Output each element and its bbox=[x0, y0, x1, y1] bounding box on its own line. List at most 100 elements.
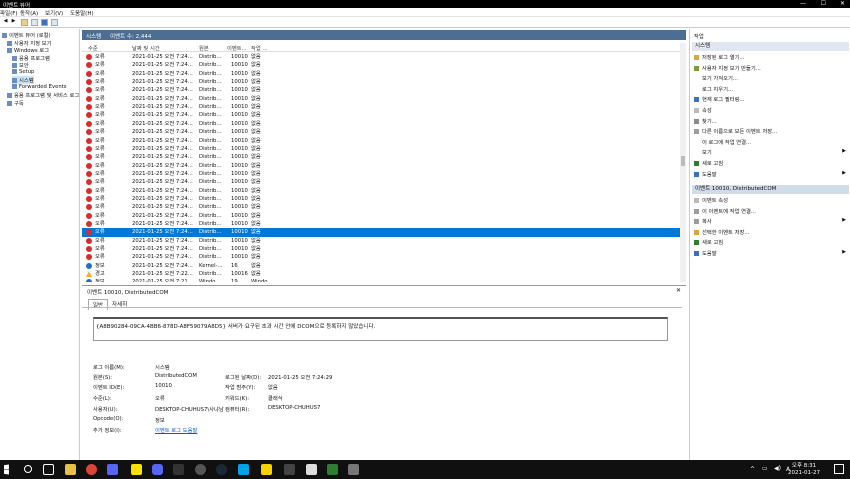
event-row[interactable]: 오류 2021-01-25 오전 7:24... Distrib... 10010 없음 bbox=[82, 145, 680, 153]
back-icon[interactable]: ◀ bbox=[2, 19, 9, 26]
search-icon[interactable] bbox=[24, 465, 32, 473]
actions-section-event[interactable]: 이벤트 10010, DistributedCOM bbox=[692, 185, 849, 194]
event-row[interactable]: 오류 2021-01-25 오전 7:24... Distrib... 10010 없음 bbox=[82, 153, 680, 161]
app-icon-3[interactable] bbox=[284, 464, 295, 475]
event-row[interactable]: 오류 2021-01-25 오전 7:24... Distrib... 10010 없음 bbox=[82, 195, 680, 203]
help-icon[interactable] bbox=[41, 19, 48, 26]
event-row[interactable]: 오류 2021-01-25 오전 7:24... Distrib... 10010 없음 bbox=[82, 203, 680, 211]
action-item[interactable]: 찾기... bbox=[694, 117, 717, 125]
action-item[interactable]: 도움말 bbox=[694, 249, 717, 257]
event-row[interactable]: 오류 2021-01-25 오전 7:24... Distrib... 10010 없음 bbox=[82, 137, 680, 145]
event-row[interactable]: 오류 2021-01-25 오전 7:24... Distrib... 10010 없음 bbox=[82, 128, 680, 136]
event-row[interactable]: 오류 2021-01-25 오전 7:24... Distrib... 10010 없음 bbox=[82, 170, 680, 178]
volume-icon[interactable]: ◀) bbox=[774, 465, 781, 472]
event-row[interactable]: 오류 2021-01-25 오전 7:24... Distrib... 10010 없음 bbox=[82, 61, 680, 69]
action-pane-icon[interactable] bbox=[51, 19, 58, 26]
action-item[interactable]: 도움말 bbox=[694, 170, 717, 178]
action-item[interactable]: 속성 bbox=[694, 106, 712, 114]
kakaotalk-icon[interactable] bbox=[131, 464, 142, 475]
action-item-label: 찾기... bbox=[702, 118, 717, 125]
event-row[interactable]: 오류 2021-01-25 오전 7:24... Distrib... 10010 없음 bbox=[82, 53, 680, 61]
col-source[interactable]: 원본 bbox=[199, 44, 209, 52]
action-item[interactable]: 선택한 이벤트 저장... bbox=[694, 228, 749, 236]
action-item[interactable]: 보기 bbox=[694, 148, 712, 156]
event-row[interactable]: 오류 2021-01-25 오전 7:24... Distrib... 10010 없음 bbox=[82, 78, 680, 86]
app-icon[interactable] bbox=[107, 464, 118, 475]
action-item[interactable]: 로그 지우기... bbox=[694, 85, 733, 93]
tree-node[interactable]: 구독 bbox=[7, 99, 24, 107]
menu-view[interactable]: 보기(V) bbox=[45, 9, 63, 17]
action-item[interactable]: 이벤트 속성 bbox=[694, 196, 728, 204]
event-message-box[interactable]: {A8B90284-09CA-4BB6-878D-A8F59079A8D5} 서… bbox=[93, 317, 668, 341]
col-category[interactable]: 작업 ... bbox=[251, 44, 267, 52]
event-log-help-link[interactable]: 이벤트 로그 도움말 bbox=[155, 426, 197, 434]
action-item[interactable]: 복사 bbox=[694, 217, 712, 225]
actions-section-log[interactable]: 시스템 bbox=[692, 42, 849, 51]
action-item[interactable]: 이 이벤트에 작업 연결... bbox=[694, 207, 756, 215]
chrome-icon[interactable] bbox=[86, 464, 97, 475]
menu-file[interactable]: 파일(F) bbox=[0, 9, 18, 17]
task-view-icon[interactable] bbox=[43, 464, 54, 475]
notes-icon[interactable] bbox=[261, 464, 272, 475]
event-row[interactable]: 오류 2021-01-25 오전 7:24... Distrib... 10010 없음 bbox=[82, 162, 680, 170]
action-item[interactable]: 보기 가져오기... bbox=[694, 74, 738, 82]
epic-games-icon[interactable] bbox=[173, 464, 184, 475]
settings-icon[interactable] bbox=[306, 464, 317, 475]
network-icon[interactable]: ▭ bbox=[762, 465, 768, 472]
obs-icon[interactable] bbox=[195, 464, 206, 475]
action-item[interactable]: 현재 로그 필터링... bbox=[694, 95, 745, 103]
event-row[interactable]: 오류 2021-01-25 오전 7:24... Distrib... 10010 없음 bbox=[82, 95, 680, 103]
col-datetime[interactable]: 날짜 및 시간 bbox=[132, 44, 160, 52]
tree-node[interactable]: Forwarded Events bbox=[12, 83, 67, 90]
event-row[interactable]: 오류 2021-01-25 오전 7:24... Distrib... 10010 없음 bbox=[82, 212, 680, 220]
folder-icon[interactable] bbox=[21, 19, 28, 26]
event-row[interactable]: 오류 2021-01-25 오전 7:24... Distrib... 10010 없음 bbox=[82, 86, 680, 94]
event-row[interactable]: 오류 2021-01-25 오전 7:24... Distrib... 10010 없음 bbox=[82, 120, 680, 128]
detail-close-icon[interactable]: ✕ bbox=[676, 287, 681, 294]
event-row[interactable]: 오류 2021-01-25 오전 7:24... Distrib... 10010 없음 bbox=[82, 111, 680, 119]
action-item[interactable]: 저장된 로그 열기... bbox=[694, 53, 745, 61]
tab-general[interactable]: 일반 bbox=[88, 299, 109, 310]
event-datetime: 2021-01-25 오전 7:24... bbox=[132, 237, 193, 244]
label-source: 원본(S): bbox=[93, 375, 113, 381]
event-row[interactable]: 정보 2021-01-25 오전 7:21... Windo... 19 Windo..… bbox=[82, 278, 680, 282]
event-row[interactable]: 오류 2021-01-25 오전 7:24... Distrib... 10010 없음 bbox=[82, 253, 680, 261]
steam-icon[interactable] bbox=[216, 464, 227, 475]
scroll-thumb[interactable] bbox=[681, 156, 685, 166]
event-row[interactable]: 오류 2021-01-25 오전 7:24... Distrib... 10010 없음 bbox=[82, 245, 680, 253]
action-item[interactable]: 다른 이름으로 모든 이벤트 저장... bbox=[694, 127, 777, 135]
action-item[interactable]: 새로 고침 bbox=[694, 238, 723, 246]
start-icon[interactable] bbox=[4, 464, 9, 475]
app-icon-2[interactable] bbox=[238, 464, 249, 475]
event-row[interactable]: 정보 2021-01-25 오전 7:24... Kernel-... 16 없음 bbox=[82, 262, 680, 270]
menu-action[interactable]: 동작(A) bbox=[20, 9, 38, 17]
event-row[interactable]: 오류 2021-01-25 오전 7:24... Distrib... 10010 없음 bbox=[82, 187, 680, 195]
app-icon-4[interactable] bbox=[327, 464, 338, 475]
menu-help[interactable]: 도움말(H) bbox=[70, 9, 94, 17]
event-list-scrollbar[interactable] bbox=[680, 43, 686, 282]
forward-icon[interactable]: ▶ bbox=[10, 19, 17, 26]
col-level[interactable]: 수준 bbox=[88, 44, 98, 52]
action-item[interactable]: 이 로그에 작업 연결... bbox=[694, 138, 751, 146]
file-explorer-icon[interactable] bbox=[65, 464, 76, 475]
action-item[interactable]: 새로 고침 bbox=[694, 159, 723, 167]
event-row[interactable]: 오류 2021-01-25 오전 7:24... Distrib... 10010 없음 bbox=[82, 103, 680, 111]
close-button[interactable]: ✕ bbox=[840, 0, 845, 7]
console-tree-icon[interactable] bbox=[31, 19, 38, 26]
clock[interactable]: 오후 8:31 2021-01-27 bbox=[788, 463, 820, 477]
action-item[interactable]: 사용자 지정 보기 만들기... bbox=[694, 64, 761, 72]
minimize-button[interactable]: — bbox=[800, 0, 806, 7]
maximize-button[interactable]: ☐ bbox=[821, 0, 826, 7]
event-row[interactable]: 오류 2021-01-25 오전 7:24... Distrib... 10010 없음 bbox=[82, 70, 680, 78]
tray-chevron-icon[interactable]: ^ bbox=[750, 466, 755, 473]
notifications-icon[interactable] bbox=[834, 464, 844, 474]
discord-icon[interactable] bbox=[152, 464, 163, 475]
event-row[interactable]: 경고 2021-01-25 오전 7:22... Distrib... 10016 없음 bbox=[82, 270, 680, 278]
col-event-id[interactable]: 이벤트... bbox=[227, 44, 247, 52]
event-row[interactable]: 오류 2021-01-25 오전 7:24... Distrib... 10010 없음 bbox=[82, 228, 680, 237]
event-row[interactable]: 오류 2021-01-25 오전 7:24... Distrib... 10010 없음 bbox=[82, 237, 680, 245]
tree-node[interactable]: Setup bbox=[12, 68, 34, 75]
event-row[interactable]: 오류 2021-01-25 오전 7:24... Distrib... 10010 없음 bbox=[82, 220, 680, 228]
event-viewer-taskbar-icon[interactable] bbox=[348, 464, 359, 475]
event-row[interactable]: 오류 2021-01-25 오전 7:24... Distrib... 10010 없음 bbox=[82, 178, 680, 186]
